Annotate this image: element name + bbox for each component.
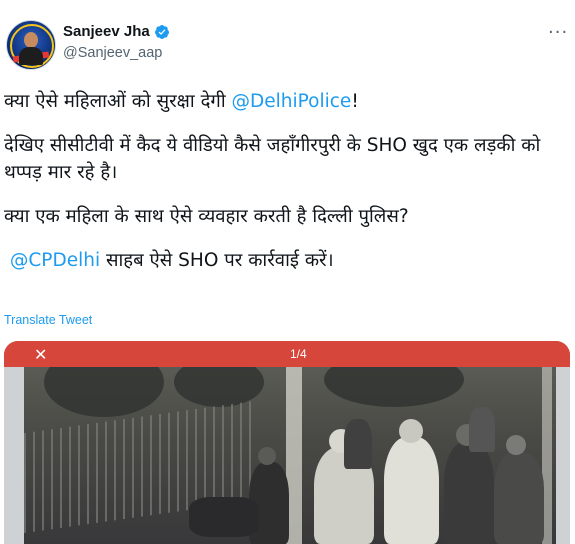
tweet-paragraph-4: @CPDelhi साहब ऐसे SHO पर कार्रवाई करें। xyxy=(4,247,569,274)
tweet-line-1: क्या ऐसे महिलाओं को सुरक्षा देगी @DelhiP… xyxy=(4,88,569,115)
media-left-strip xyxy=(4,341,24,544)
avatar-face xyxy=(24,32,38,48)
tweet-paragraph-4-text: साहब ऐसे SHO पर कार्रवाई करें। xyxy=(100,250,334,271)
avatar-body xyxy=(19,47,43,65)
tweet-line-1-text: क्या ऐसे महिलाओं को सुरक्षा देगी xyxy=(4,91,232,112)
media-topbar xyxy=(4,341,570,367)
person-figure xyxy=(444,442,494,544)
verified-badge-icon xyxy=(154,24,169,39)
tweet-paragraph-3: क्या एक महिला के साथ ऐसे व्यवहार करती है… xyxy=(4,206,409,227)
author-name-row[interactable]: Sanjeev Jha xyxy=(63,23,170,40)
person-figure xyxy=(344,419,372,469)
motorbike xyxy=(189,497,259,537)
author-name[interactable]: Sanjeev Jha xyxy=(63,23,150,40)
person-head xyxy=(506,435,526,455)
close-icon[interactable]: ✕ xyxy=(34,345,47,364)
mention-delhipolice[interactable]: @DelhiPolice xyxy=(232,91,352,112)
person-figure xyxy=(469,407,495,452)
mention-cpdelhi[interactable]: @CPDelhi xyxy=(10,250,100,271)
person-head xyxy=(399,419,423,443)
tweet-line-1-suffix: ! xyxy=(351,91,359,112)
person-figure xyxy=(384,437,439,544)
media-right-strip xyxy=(556,341,570,544)
tweet-media[interactable]: ✕ 1/4 xyxy=(4,341,570,544)
author-handle[interactable]: @Sanjeev_aap xyxy=(63,45,162,61)
person-figure xyxy=(494,452,544,544)
translate-tweet-link[interactable]: Translate Tweet xyxy=(4,313,92,327)
tweet-header: Sanjeev Jha @Sanjeev_aap ··· xyxy=(0,0,575,80)
avatar[interactable] xyxy=(6,20,56,70)
tweet-paragraph-2: देखिए सीसीटीवी में कैद ये वीडियो कैसे जह… xyxy=(4,135,541,183)
person-head xyxy=(258,447,276,465)
more-options-icon[interactable]: ··· xyxy=(548,22,568,43)
cctv-video-frame[interactable] xyxy=(24,347,556,544)
tweet-text: क्या ऐसे महिलाओं को सुरक्षा देगी @DelhiP… xyxy=(4,88,569,274)
media-pager: 1/4 xyxy=(290,347,307,361)
